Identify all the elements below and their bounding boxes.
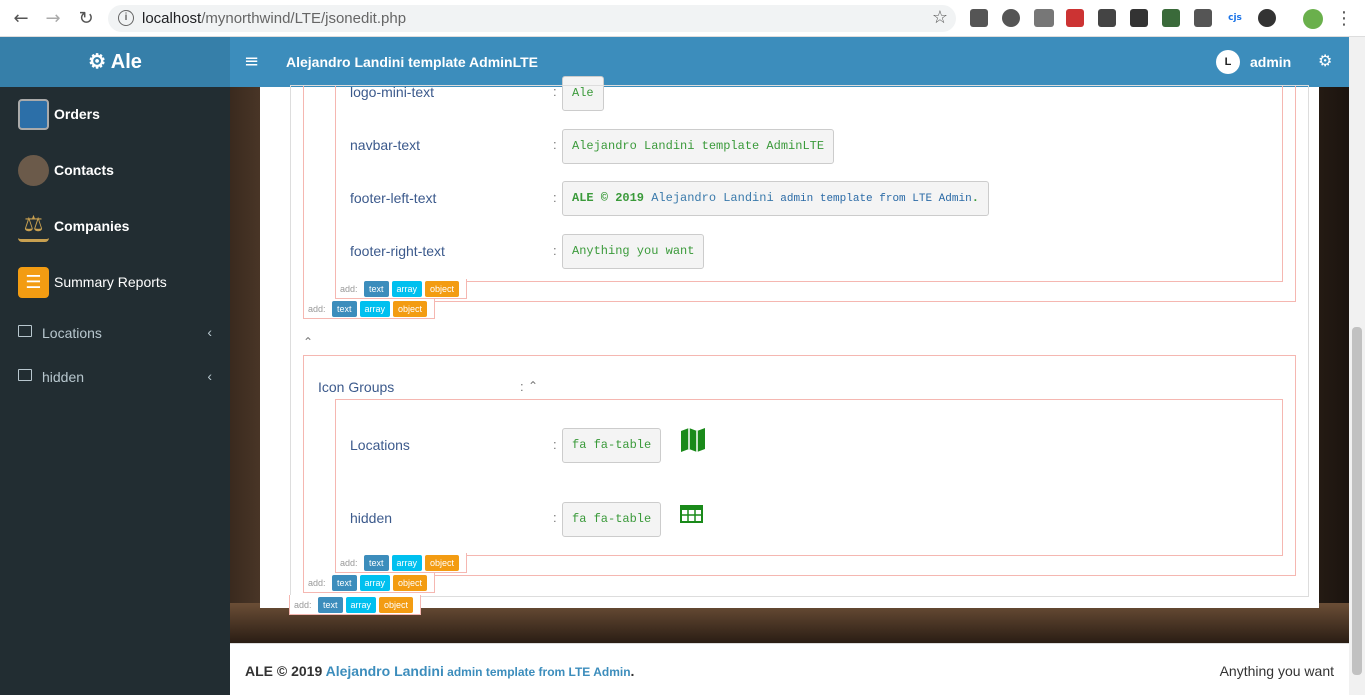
- sidebar: ⚙ Ale Orders Contacts ⚖ Companies ☰ Summ…: [0, 37, 230, 695]
- add-bar: add: text array object: [289, 595, 422, 615]
- hamburger-menu-icon[interactable]: ≡: [244, 51, 259, 72]
- sidebar-item-contacts[interactable]: Contacts: [0, 147, 230, 193]
- add-array-button[interactable]: array: [345, 597, 377, 613]
- scales-icon: ⚖: [18, 211, 49, 242]
- footer-left-text: ALE © 2019 Alejandro Landini admin templ…: [245, 663, 634, 679]
- info-icon[interactable]: i: [118, 10, 134, 26]
- scrollbar-thumb[interactable]: [1352, 327, 1362, 675]
- monitor-icon: [18, 99, 49, 130]
- profile-avatar[interactable]: [1303, 9, 1323, 29]
- footer-left-part: ALE © 2019: [245, 663, 326, 679]
- bookmark-star-icon[interactable]: ☆: [932, 7, 948, 28]
- sidebar-item-label: Companies: [54, 218, 130, 234]
- extension-icon[interactable]: [1002, 9, 1020, 27]
- chevron-left-icon: ‹: [207, 324, 212, 340]
- sidebar-item-locations[interactable]: Locations ‹: [0, 310, 230, 356]
- url-text: localhost/mynorthwind/LTE/jsonedit.php: [142, 10, 406, 27]
- content-wrapper: logo-mini-text : Ale navbar-text : Aleja…: [230, 76, 1349, 643]
- extension-icon[interactable]: [1130, 9, 1148, 27]
- add-label: add:: [294, 600, 312, 610]
- extension-icon[interactable]: cjs: [1226, 9, 1244, 27]
- extension-icon[interactable]: [1194, 9, 1212, 27]
- add-object-button[interactable]: object: [379, 597, 414, 613]
- browser-toolbar: ← → ↻ i localhost/mynorthwind/LTE/jsoned…: [0, 0, 1365, 37]
- footer-left-part: .: [630, 663, 635, 679]
- root-object-box: [290, 85, 1309, 597]
- user-menu[interactable]: admin: [1250, 54, 1291, 70]
- person-icon: [18, 155, 49, 186]
- browser-menu-icon[interactable]: ⋮: [1333, 8, 1355, 30]
- json-editor-panel: logo-mini-text : Ale navbar-text : Aleja…: [260, 76, 1319, 608]
- sidebar-item-label: Orders: [54, 106, 100, 122]
- gears-icon[interactable]: ⚙: [1318, 51, 1332, 70]
- back-icon[interactable]: ←: [10, 8, 32, 30]
- avatar[interactable]: L: [1216, 50, 1240, 74]
- footer-right-text: Anything you want: [1219, 663, 1334, 679]
- chevron-left-icon: ‹: [207, 368, 212, 384]
- sidebar-item-companies[interactable]: ⚖ Companies: [0, 203, 230, 249]
- footer-link[interactable]: Alejandro Landini: [326, 663, 444, 679]
- url-path: /mynorthwind/LTE/jsonedit.php: [201, 10, 407, 27]
- footer: ALE © 2019 Alejandro Landini admin templ…: [230, 643, 1349, 695]
- footer-left-part: admin template from LTE Admin: [443, 665, 631, 679]
- extension-icon[interactable]: [1098, 9, 1116, 27]
- url-host: localhost: [142, 10, 202, 27]
- navbar-title: Alejandro Landini template AdminLTE: [286, 54, 539, 70]
- address-bar[interactable]: i localhost/mynorthwind/LTE/jsonedit.php…: [108, 5, 956, 32]
- logo[interactable]: ⚙ Ale: [0, 37, 230, 87]
- extension-icon[interactable]: [1162, 9, 1180, 27]
- list-icon: ☰: [18, 267, 49, 298]
- sidebar-item-orders[interactable]: Orders: [0, 91, 230, 137]
- extension-icon[interactable]: [1066, 9, 1084, 27]
- extension-icon[interactable]: [970, 9, 988, 27]
- top-navbar: ≡ Alejandro Landini template AdminLTE L …: [230, 37, 1349, 87]
- add-text-button[interactable]: text: [318, 597, 343, 613]
- sidebar-item-label: hidden: [42, 369, 85, 385]
- extension-icon[interactable]: [1258, 9, 1276, 27]
- sidebar-item-summary-reports[interactable]: ☰ Summary Reports: [0, 259, 230, 305]
- forward-icon[interactable]: →: [42, 8, 64, 30]
- sidebar-item-label: Summary Reports: [54, 274, 167, 290]
- sidebar-item-hidden[interactable]: hidden ‹: [0, 354, 230, 400]
- table-icon: [18, 369, 32, 381]
- page-scrollbar[interactable]: [1349, 37, 1365, 695]
- reload-icon[interactable]: ↻: [75, 8, 97, 30]
- sidebar-item-label: Contacts: [54, 162, 114, 178]
- sidebar-item-label: Locations: [42, 325, 102, 341]
- table-icon: [18, 325, 32, 337]
- extension-icon[interactable]: [1034, 9, 1054, 27]
